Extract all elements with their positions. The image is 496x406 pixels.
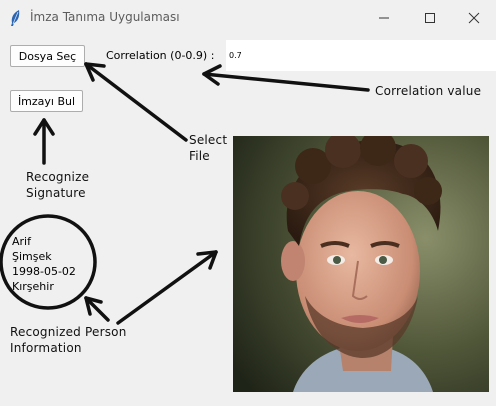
select-file-note: Select File: [189, 132, 227, 164]
correlation-input[interactable]: [226, 40, 496, 71]
correlation-note: Correlation value: [375, 83, 481, 99]
minimize-button[interactable]: [362, 0, 406, 36]
person-info: Arif Şimşek 1998-05-02 Kırşehir: [12, 234, 76, 294]
minimize-icon: [379, 17, 389, 19]
info-note-line-2: Information: [10, 341, 82, 355]
person-city: Kırşehir: [12, 280, 54, 293]
close-button[interactable]: [452, 0, 496, 36]
person-info-note: Recognized Person Information: [10, 324, 127, 356]
correlation-label: Correlation (0-0.9) :: [106, 49, 215, 62]
person-birth-date: 1998-05-02: [12, 265, 76, 278]
recognize-note: Recognize Signature: [26, 169, 89, 201]
arrow-to-person-photo: [116, 250, 218, 325]
window-title: İmza Tanıma Uygulaması: [30, 10, 180, 24]
person-surname: Şimşek: [12, 250, 52, 263]
recognize-note-line-1: Recognize: [26, 170, 90, 184]
recognize-note-line-2: Signature: [26, 186, 86, 200]
select-file-button[interactable]: Dosya Seç: [10, 45, 85, 67]
app-window: İmza Tanıma Uygulaması Dosya Seç Correla…: [0, 0, 496, 406]
feather-icon: [8, 9, 22, 27]
person-name: Arif: [12, 235, 31, 248]
title-bar: İmza Tanıma Uygulaması: [0, 0, 496, 36]
maximize-icon: [425, 13, 435, 23]
maximize-button[interactable]: [408, 0, 452, 36]
arrow-to-find-button: [33, 118, 55, 165]
select-note-line-1: Select: [189, 133, 228, 147]
select-note-line-2: File: [189, 149, 210, 163]
person-photo: [233, 136, 489, 392]
info-note-line-1: Recognized Person: [10, 325, 127, 339]
arrow-to-person-info: [84, 296, 110, 322]
close-icon: [468, 12, 480, 24]
arrow-to-file-button: [84, 62, 188, 142]
find-signature-button[interactable]: İmzayı Bul: [10, 90, 83, 112]
correlation-note-text: Correlation value: [375, 84, 482, 98]
